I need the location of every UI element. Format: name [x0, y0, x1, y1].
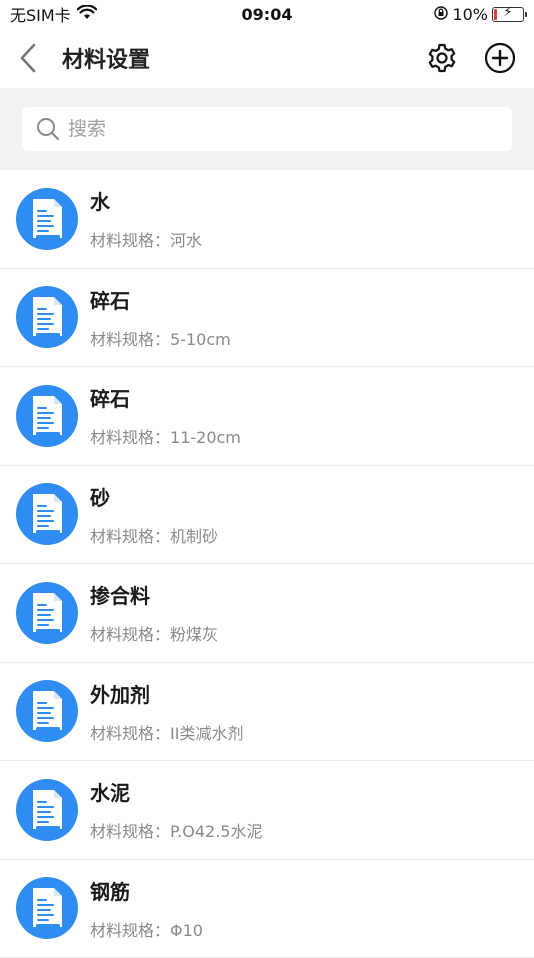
search-input[interactable]	[68, 118, 498, 140]
battery-percent: 10%	[452, 5, 488, 24]
item-text: 砂 材料规格：机制砂	[90, 482, 218, 547]
item-text: 碎石 材料规格：11-20cm	[90, 383, 241, 448]
material-name: 砂	[90, 482, 218, 511]
document-icon	[16, 286, 78, 348]
spec-value: 11-20cm	[170, 428, 241, 447]
spec-prefix: 材料规格：	[90, 330, 170, 349]
material-name: 碎石	[90, 383, 241, 412]
item-text: 掺合料 材料规格：粉煤灰	[90, 580, 218, 645]
status-right: 10% ⚡	[434, 5, 524, 24]
spec-prefix: 材料规格：	[90, 428, 170, 447]
search-section	[0, 88, 534, 170]
material-name: 钢筋	[90, 876, 203, 905]
material-spec: 材料规格：P.O42.5水泥	[90, 818, 262, 842]
material-name: 水	[90, 186, 202, 215]
document-icon	[16, 582, 78, 644]
document-icon	[16, 779, 78, 841]
material-spec: 材料规格：机制砂	[90, 523, 218, 547]
spec-prefix: 材料规格：	[90, 921, 170, 940]
list-item-5[interactable]: 外加剂 材料规格：II类减水剂	[0, 663, 534, 762]
spec-value: 粉煤灰	[170, 625, 218, 644]
list-item-2[interactable]: 碎石 材料规格：11-20cm	[0, 367, 534, 466]
settings-button[interactable]	[424, 40, 460, 76]
item-text: 钢筋 材料规格：Φ10	[90, 876, 203, 941]
material-spec: 材料规格：粉煤灰	[90, 621, 218, 645]
add-button[interactable]	[482, 40, 518, 76]
document-icon	[16, 385, 78, 447]
item-text: 水泥 材料规格：P.O42.5水泥	[90, 777, 262, 842]
document-icon	[16, 188, 78, 250]
status-bar: 无SIM卡 09:04 10% ⚡	[0, 0, 534, 28]
list-item-7[interactable]: 钢筋 材料规格：Φ10	[0, 860, 534, 958]
material-spec: 材料规格：II类减水剂	[90, 720, 243, 744]
item-text: 水 材料规格：河水	[90, 186, 202, 251]
material-name: 外加剂	[90, 679, 243, 708]
material-spec: 材料规格：Φ10	[90, 917, 203, 941]
plus-circle-icon	[484, 42, 516, 74]
search-box[interactable]	[22, 107, 512, 151]
spec-value: Φ10	[170, 921, 203, 940]
material-name: 掺合料	[90, 580, 218, 609]
carrier-label: 无SIM卡	[10, 2, 71, 26]
spec-prefix: 材料规格：	[90, 625, 170, 644]
spec-prefix: 材料规格：	[90, 527, 170, 546]
chevron-left-icon	[20, 43, 36, 73]
material-name: 水泥	[90, 777, 262, 806]
spec-prefix: 材料规格：	[90, 724, 170, 743]
material-spec: 材料规格：5-10cm	[90, 326, 231, 350]
document-icon	[16, 877, 78, 939]
material-name: 碎石	[90, 285, 231, 314]
search-icon	[36, 117, 60, 141]
list-item-4[interactable]: 掺合料 材料规格：粉煤灰	[0, 564, 534, 663]
list-item-6[interactable]: 水泥 材料规格：P.O42.5水泥	[0, 761, 534, 860]
nav-actions	[424, 40, 518, 76]
spec-prefix: 材料规格：	[90, 231, 170, 250]
spec-value: P.O42.5水泥	[170, 822, 262, 841]
material-spec: 材料规格：11-20cm	[90, 424, 241, 448]
battery-icon: ⚡	[492, 7, 524, 22]
list-item-3[interactable]: 砂 材料规格：机制砂	[0, 466, 534, 565]
material-spec: 材料规格：河水	[90, 227, 202, 251]
gear-icon	[426, 42, 458, 74]
wifi-icon	[77, 5, 97, 24]
list-item-0[interactable]: 水 材料规格：河水	[0, 170, 534, 269]
orientation-lock-icon	[434, 5, 448, 24]
back-button[interactable]	[6, 36, 50, 80]
document-icon	[16, 483, 78, 545]
list-item-1[interactable]: 碎石 材料规格：5-10cm	[0, 269, 534, 368]
document-icon	[16, 680, 78, 742]
spec-value: 5-10cm	[170, 330, 231, 349]
charging-bolt-icon: ⚡	[493, 5, 523, 20]
material-list: 水 材料规格：河水 碎石 材料规格：5-10cm	[0, 170, 534, 958]
item-text: 碎石 材料规格：5-10cm	[90, 285, 231, 350]
nav-bar: 材料设置	[0, 28, 534, 88]
spec-value: 河水	[170, 231, 202, 250]
spec-value: II类减水剂	[170, 724, 243, 743]
spec-value: 机制砂	[170, 527, 218, 546]
spec-prefix: 材料规格：	[90, 822, 170, 841]
status-left: 无SIM卡	[10, 2, 97, 26]
item-text: 外加剂 材料规格：II类减水剂	[90, 679, 243, 744]
page-title: 材料设置	[62, 42, 150, 74]
